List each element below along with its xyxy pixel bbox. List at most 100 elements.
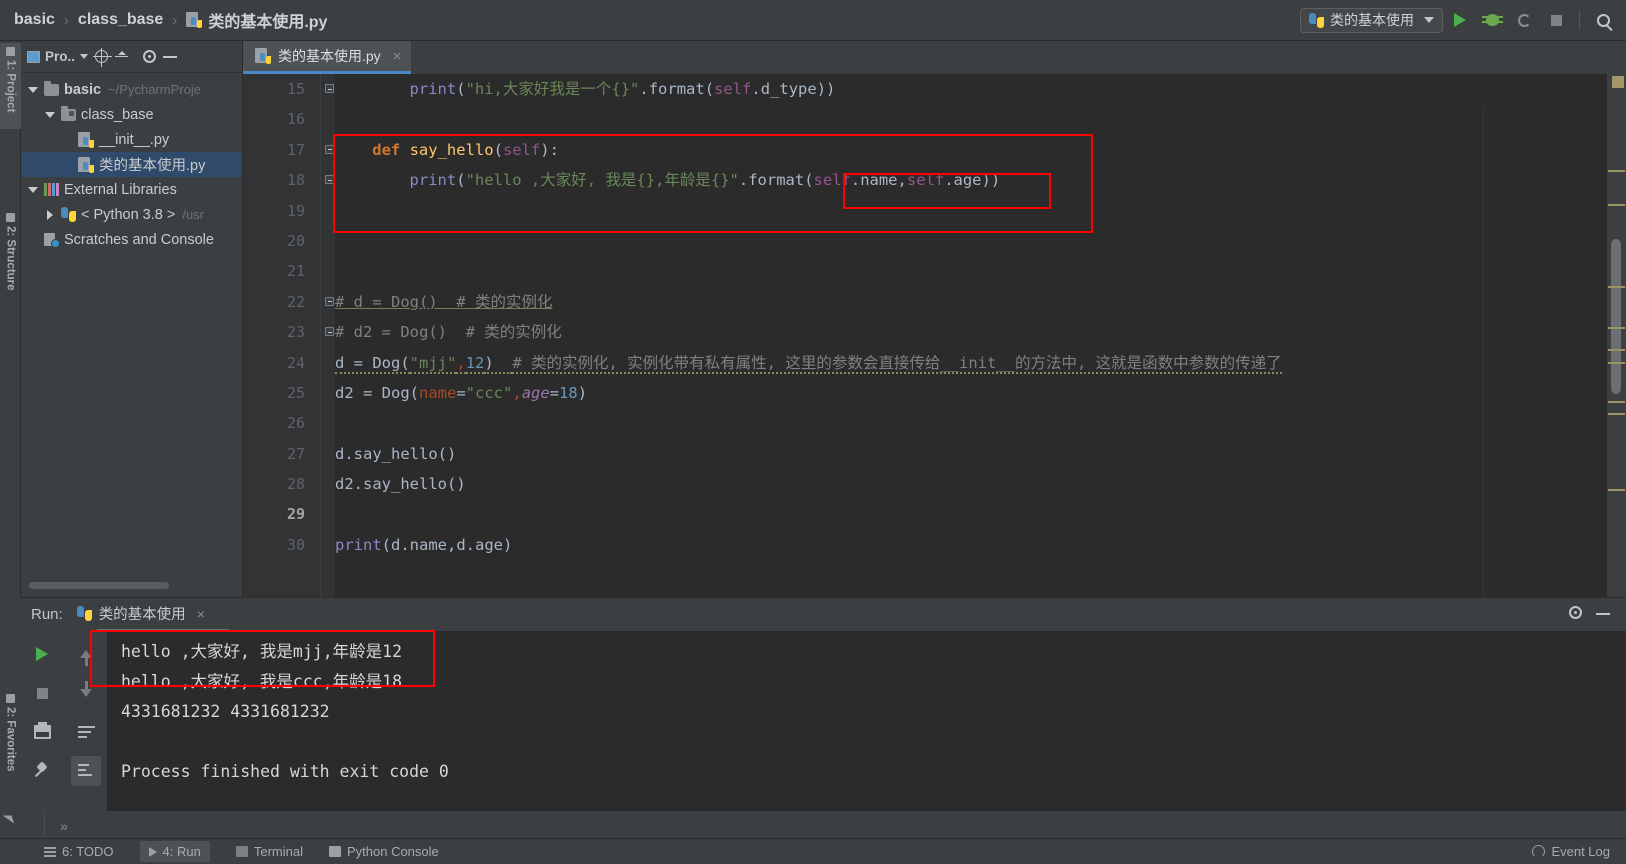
statusbar-tab-todo[interactable]: 6: TODO (44, 844, 114, 859)
stop-process-button[interactable] (27, 678, 57, 708)
code-token: self (714, 80, 752, 98)
code-line[interactable]: 19 (243, 196, 1626, 226)
up-button[interactable] (71, 639, 101, 669)
search-everywhere-button[interactable] (1588, 5, 1618, 35)
editor-vertical-scrollbar[interactable] (1611, 239, 1621, 394)
tree-node[interactable]: 类的基本使用.py (21, 152, 242, 177)
statusbar-event-log[interactable]: Event Log (1532, 844, 1626, 859)
run-button[interactable] (1445, 5, 1475, 35)
run-configuration-selector[interactable]: 类的基本使用 (1300, 7, 1443, 33)
code-editor[interactable]: 15 print("hi,大家好我是一个{}".format(self.d_typ… (243, 74, 1626, 597)
pin-icon (34, 763, 50, 779)
statusbar-tab-label: Python Console (346, 844, 439, 859)
sidebar-item-favorites[interactable]: 2: Favorites (0, 690, 21, 790)
line-number: 25 (286, 383, 305, 402)
sidebar-item-project[interactable]: 1: Project (0, 43, 21, 129)
collapse-all-icon[interactable] (115, 50, 129, 63)
run-panel-header: Run: 类的基本使用 × (21, 598, 1626, 631)
editor-scrollbar-column[interactable] (1607, 74, 1626, 597)
chevron-right-icon[interactable] (44, 209, 56, 221)
fold-marker-icon[interactable] (325, 296, 334, 306)
code-line[interactable]: 20 (243, 226, 1626, 256)
project-panel-toolbar: Pro.. (21, 41, 242, 73)
stop-button[interactable] (1541, 5, 1571, 35)
tree-node[interactable]: Scratches and Console (21, 227, 242, 252)
hide-icon[interactable] (1596, 613, 1610, 615)
close-icon[interactable]: × (197, 606, 205, 622)
python-icon (76, 606, 92, 621)
code-line[interactable]: 21 (243, 256, 1626, 286)
run-console-output[interactable]: hello ,大家好, 我是mjj,年龄是12 hello ,大家好, 我是ccc… (107, 631, 1626, 811)
code-line[interactable]: 30 print(d.name,d.age) (243, 530, 1626, 560)
code-line[interactable]: 22 # d = Dog() # 类的实例化 (243, 287, 1626, 317)
breadcrumb-item-file[interactable]: 类的基本使用.py (182, 8, 331, 32)
locate-icon[interactable] (93, 48, 113, 67)
scroll-to-end-button[interactable] (71, 756, 101, 786)
code-line[interactable]: 29 (243, 499, 1626, 531)
scroll-marker (1608, 286, 1625, 288)
code-line[interactable]: 24 d = Dog("mjj",12) # 类的实例化, 实例化带有私有属性, … (243, 348, 1626, 378)
down-button[interactable] (71, 678, 101, 708)
chevron-down-icon[interactable] (44, 109, 56, 121)
line-number: 23 (286, 323, 305, 342)
rerun-button[interactable] (27, 639, 57, 669)
statusbar-tab-pythonconsole[interactable]: Python Console (328, 844, 439, 859)
coverage-button[interactable] (1509, 5, 1539, 35)
line-number: 30 (286, 535, 305, 554)
fold-marker-icon[interactable] (325, 327, 334, 337)
statusbar-divider (44, 810, 45, 836)
code-line[interactable]: 28 d2.say_hello() (243, 469, 1626, 499)
favorites-icon (6, 694, 15, 703)
statusbar-tab-run[interactable]: 4: Run (139, 841, 210, 862)
scroll-marker (1608, 349, 1625, 351)
code-token: ) (577, 383, 588, 402)
code-line[interactable]: 18 print("hello ,大家好, 我是{},年龄是{}".format(… (243, 165, 1626, 195)
pin-tab-button[interactable] (27, 756, 57, 786)
chevron-down-icon[interactable] (27, 84, 39, 96)
python-icon (1309, 12, 1324, 28)
tree-node[interactable]: __init__.py (21, 127, 242, 152)
soft-wrap-button[interactable] (71, 717, 101, 747)
code-line[interactable]: 23 # d2 = Dog() # 类的实例化 (243, 317, 1626, 347)
tree-node[interactable]: External Libraries (21, 177, 242, 202)
code-line[interactable]: 27 d.say_hello() (243, 439, 1626, 469)
debug-icon (1481, 14, 1503, 26)
code-text: d2 = Dog(name="ccc",age=18) (335, 378, 1626, 408)
project-horizontal-scrollbar[interactable] (29, 582, 169, 589)
tree-node[interactable]: basic ~/PycharmProje (21, 77, 242, 102)
line-number: 29 (286, 505, 305, 524)
settings-icon[interactable] (1569, 606, 1582, 619)
breadcrumb-item-class-base[interactable]: class_base (74, 11, 167, 29)
code-line[interactable]: 25 d2 = Dog(name="ccc",age=18) (243, 378, 1626, 408)
run-tab[interactable]: 类的基本使用 × (76, 603, 205, 626)
breadcrumb-item-basic[interactable]: basic (10, 11, 59, 29)
expand-tool-buttons-icon[interactable]: » (60, 818, 68, 834)
editor-tab-file[interactable]: 类的基本使用.py × (243, 41, 412, 74)
code-content[interactable]: 15 print("hi,大家好我是一个{}".format(self.d_typ… (243, 74, 1626, 597)
code-line[interactable]: 26 (243, 408, 1626, 438)
tree-node[interactable]: class_base (21, 102, 242, 127)
code-line[interactable]: 17 def say_hello(self): (243, 135, 1626, 165)
code-line[interactable]: 16 (243, 104, 1626, 134)
fold-marker-icon[interactable] (325, 84, 334, 93)
settings-icon[interactable] (143, 50, 157, 63)
toolbar-divider (1579, 10, 1580, 30)
fold-marker-icon[interactable] (325, 175, 334, 185)
code-token: = (456, 383, 466, 402)
tree-node[interactable]: < Python 3.8 > /usr (21, 202, 242, 227)
inspection-status-icon[interactable] (1612, 76, 1624, 88)
statusbar-tab-terminal[interactable]: Terminal (235, 844, 303, 859)
debug-button[interactable] (1477, 5, 1507, 35)
run-icon (1454, 13, 1466, 27)
code-token: self (906, 171, 945, 190)
scroll-marker (1608, 362, 1625, 364)
fold-marker-icon[interactable] (325, 144, 334, 154)
hide-icon[interactable] (163, 55, 178, 58)
close-icon[interactable]: × (393, 48, 402, 65)
print-button[interactable] (27, 717, 57, 747)
project-panel-title[interactable]: Pro.. (27, 49, 89, 64)
sidebar-item-structure[interactable]: 2: Structure (0, 209, 21, 309)
code-line[interactable]: 15 print("hi,大家好我是一个{}".format(self.d_typ… (243, 74, 1626, 104)
chevron-down-icon[interactable] (27, 184, 39, 196)
code-token: print (335, 535, 382, 554)
